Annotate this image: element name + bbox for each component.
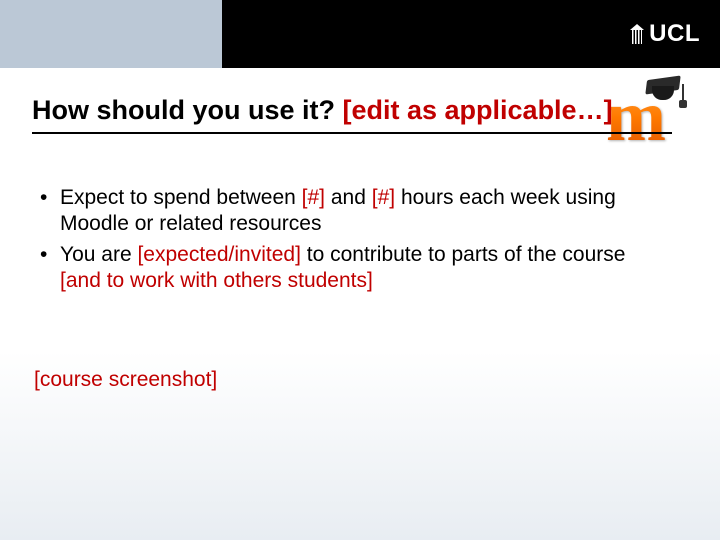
bullet-placeholder: [#] <box>302 186 325 209</box>
bullet-placeholder: [expected/invited] <box>137 243 300 266</box>
header-accent-block <box>0 0 222 68</box>
bullet-list: Expect to spend between [#] and [#] hour… <box>34 185 654 294</box>
slide-title: How should you use it? [edit as applicab… <box>32 95 672 126</box>
list-item: Expect to spend between [#] and [#] hour… <box>34 185 654 238</box>
bullet-placeholder: [#] <box>372 186 395 209</box>
bullet-text: You are <box>60 243 137 266</box>
bullet-text: Expect to spend between <box>60 186 302 209</box>
bullet-placeholder: [and to work with others students] <box>60 269 373 292</box>
bullet-text: and <box>325 186 372 209</box>
list-item: You are [expected/invited] to contribute… <box>34 242 654 295</box>
slide-title-area: How should you use it? [edit as applicab… <box>32 95 672 134</box>
portico-icon <box>630 24 644 44</box>
ucl-logo: UCL <box>630 20 700 48</box>
title-plain: How should you use it? <box>32 95 343 125</box>
header-dark-block: UCL <box>222 0 720 68</box>
bullet-text: to contribute to parts of the course <box>301 243 626 266</box>
slide-content: Expect to spend between [#] and [#] hour… <box>34 185 654 298</box>
header-bar: UCL <box>0 0 720 68</box>
title-editable: [edit as applicable…] <box>343 95 613 125</box>
ucl-logo-text: UCL <box>649 20 700 48</box>
title-underline <box>32 132 672 134</box>
screenshot-placeholder: [course screenshot] <box>34 368 217 392</box>
